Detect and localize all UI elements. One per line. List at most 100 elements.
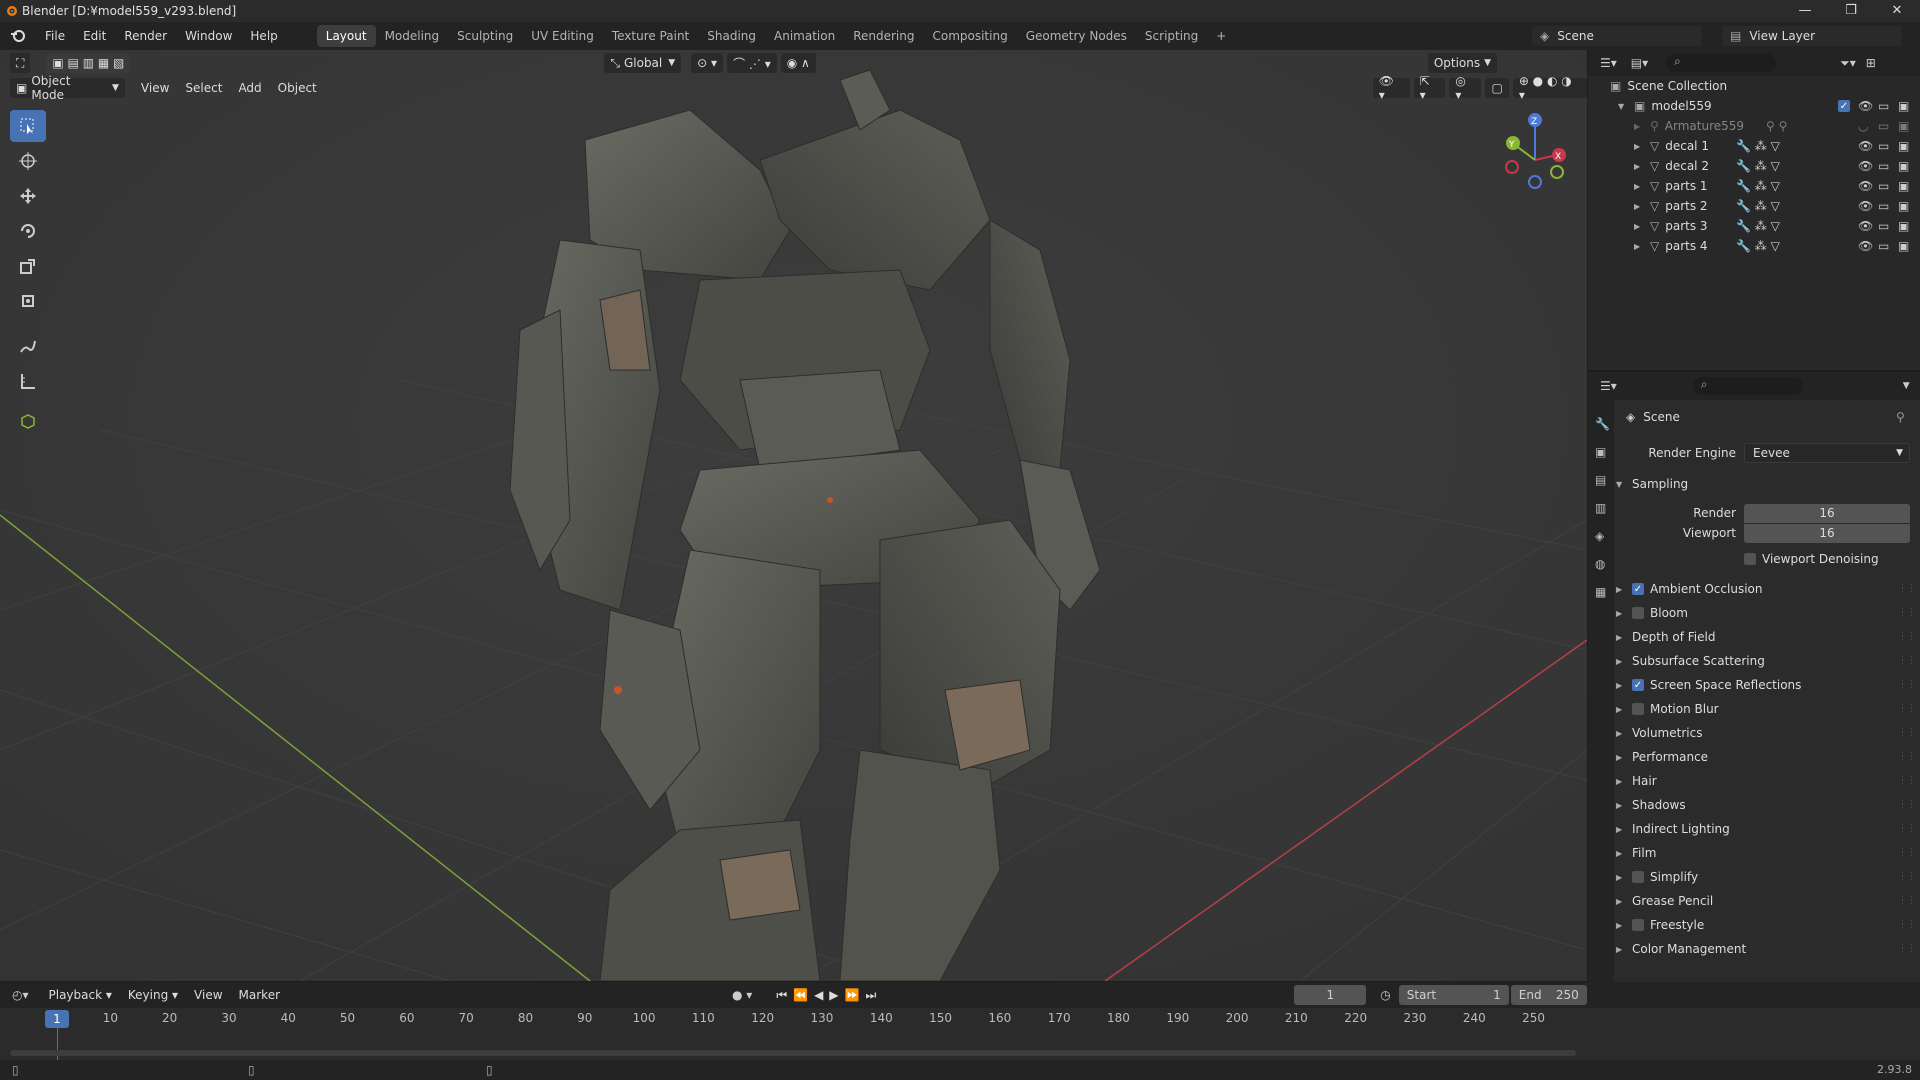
monitor-icon[interactable]: ▭ (1878, 239, 1889, 253)
tool-select-mode[interactable]: ▣ ▤ ▥ ▦ ▧ (46, 53, 131, 73)
viewport-samples-field[interactable]: 16 (1744, 523, 1910, 543)
menu-help[interactable]: Help (241, 29, 286, 43)
editor-type-button[interactable]: ⛶ (10, 53, 31, 73)
gizmo-toggle-button[interactable]: ⇱ ▾ (1413, 74, 1446, 102)
drag-handle-icon[interactable]: ⋮⋮ (1898, 656, 1916, 666)
outliner-item-armature[interactable]: ▶ ⚲ Armature559 ⚲ ⚲ ◡ ▭ ▣ (1588, 116, 1920, 136)
panel-performance[interactable]: ▶ Performance ⋮⋮ (1616, 746, 1916, 768)
expand-icon[interactable]: ▼ (1618, 102, 1626, 111)
drag-handle-icon[interactable]: ⋮⋮ (1898, 872, 1916, 882)
panel-ambient-occlusion[interactable]: ▶ ✓ Ambient Occlusion ⋮⋮ (1616, 578, 1916, 600)
outliner-item-parts-1[interactable]: ▶ ▽ parts 1 🔧 ⁂ ▽ 👁 ▭ ▣ (1588, 176, 1920, 196)
tab-geometry-nodes[interactable]: Geometry Nodes (1017, 25, 1136, 47)
camera-icon[interactable]: ▣ (1898, 139, 1909, 153)
texture-tab-icon[interactable]: ▦ (1595, 578, 1614, 606)
blender-menu-icon[interactable] (10, 29, 26, 43)
overlays-button[interactable]: ◎ ▾ (1449, 74, 1482, 102)
camera-icon[interactable]: ▣ (1898, 179, 1909, 193)
panel-freestyle[interactable]: ▶ Freestyle ⋮⋮ (1616, 914, 1916, 936)
render-samples-field[interactable]: 16 (1744, 503, 1910, 523)
proportional-edit-button[interactable]: ◉ ∧ (780, 53, 816, 73)
outliner-item-parts-2[interactable]: ▶ ▽ parts 2 🔧 ⁂ ▽ 👁 ▭ ▣ (1588, 196, 1920, 216)
panel-volumetrics[interactable]: ▶ Volumetrics ⋮⋮ (1616, 722, 1916, 744)
pivot-point-button[interactable]: ⊙ ▾ (691, 53, 724, 73)
monitor-icon[interactable]: ▭ (1878, 179, 1889, 193)
start-frame-field[interactable]: Start 1 (1398, 985, 1509, 1005)
outliner-item-parts-3[interactable]: ▶ ▽ parts 3 🔧 ⁂ ▽ 👁 ▭ ▣ (1588, 216, 1920, 236)
expand-icon[interactable]: ▶ (1634, 182, 1642, 191)
camera-icon[interactable]: ▣ (1898, 219, 1909, 233)
preview-range-icon[interactable]: ◷ (1380, 988, 1390, 1002)
drag-handle-icon[interactable]: ⋮⋮ (1898, 800, 1916, 810)
rotate-tool[interactable] (10, 215, 46, 247)
timeline-menu-marker[interactable]: Marker (231, 988, 288, 1002)
outliner-scene-collection[interactable]: ▣ Scene Collection (1588, 76, 1920, 96)
add-workspace-button[interactable]: + (1207, 25, 1235, 47)
expand-icon[interactable]: ▶ (1634, 222, 1642, 231)
add-cube-tool[interactable] (10, 405, 46, 437)
panel-indirect-lighting[interactable]: ▶ Indirect Lighting ⋮⋮ (1616, 818, 1916, 840)
monitor-icon[interactable]: ▭ (1878, 99, 1889, 113)
panel-screen-space-reflections[interactable]: ▶ ✓ Screen Space Reflections ⋮⋮ (1616, 674, 1916, 696)
cursor-tool[interactable] (10, 145, 46, 177)
drag-handle-icon[interactable]: ⋮⋮ (1898, 848, 1916, 858)
expand-icon[interactable]: ▶ (1634, 162, 1642, 171)
outliner-item-decal-1[interactable]: ▶ ▽ decal 1 🔧 ⁂ ▽ 👁 ▭ ▣ (1588, 136, 1920, 156)
annotate-tool[interactable] (10, 330, 46, 362)
panel-enable-checkbox[interactable] (1632, 607, 1644, 619)
camera-icon[interactable]: ▣ (1898, 159, 1909, 173)
eye-closed-icon[interactable]: ◡ (1858, 119, 1868, 133)
viewport-menu-select[interactable]: Select (177, 81, 230, 95)
output-tab-icon[interactable]: ▤ (1595, 466, 1614, 494)
panel-sampling[interactable]: ▼ Sampling (1616, 473, 1916, 495)
options-dropdown[interactable]: Options ▼ (1427, 53, 1498, 73)
render-engine-dropdown[interactable]: Eevee ▼ (1744, 443, 1910, 463)
viewport-3d[interactable]: Z X Y (0, 50, 1587, 981)
panel-color-management[interactable]: ▶ Color Management ⋮⋮ (1616, 938, 1916, 960)
monitor-icon[interactable]: ▭ (1878, 119, 1889, 133)
drag-handle-icon[interactable]: ⋮⋮ (1898, 776, 1916, 786)
transform-orientation-dropdown[interactable]: ⤡ Global ▼ (604, 53, 682, 73)
tab-texture-paint[interactable]: Texture Paint (603, 25, 698, 47)
tab-shading[interactable]: Shading (698, 25, 765, 47)
eye-icon[interactable]: 👁 (1858, 99, 1873, 113)
drag-handle-icon[interactable]: ⋮⋮ (1898, 680, 1916, 690)
current-frame-field[interactable]: 1 (1294, 985, 1367, 1005)
outliner-search-input[interactable]: ⌕ (1666, 54, 1777, 72)
viewport-denoising-row[interactable]: Viewport Denoising (1616, 548, 1916, 570)
menu-window[interactable]: Window (176, 29, 241, 43)
panel-depth-of-field[interactable]: ▶ Depth of Field ⋮⋮ (1616, 626, 1916, 648)
camera-icon[interactable]: ▣ (1898, 119, 1909, 133)
minimize-button[interactable]: — (1782, 0, 1828, 22)
display-mode-icon[interactable]: ▤▾ (1631, 56, 1648, 70)
outliner-editor-icon[interactable]: ☰▾ (1600, 56, 1617, 70)
outliner-item-parts-4[interactable]: ▶ ▽ parts 4 🔧 ⁂ ▽ 👁 ▭ ▣ (1588, 236, 1920, 256)
monitor-icon[interactable]: ▭ (1878, 139, 1889, 153)
panel-shadows[interactable]: ▶ Shadows ⋮⋮ (1616, 794, 1916, 816)
tab-scripting[interactable]: Scripting (1136, 25, 1207, 47)
panel-subsurface-scattering[interactable]: ▶ Subsurface Scattering ⋮⋮ (1616, 650, 1916, 672)
scene-selector[interactable]: ◈ Scene (1532, 26, 1702, 46)
drag-handle-icon[interactable]: ⋮⋮ (1898, 920, 1916, 930)
end-frame-field[interactable]: End 250 (1510, 985, 1587, 1005)
tab-uv-editing[interactable]: UV Editing (522, 25, 603, 47)
eye-icon[interactable]: 👁 (1858, 159, 1873, 173)
panel-film[interactable]: ▶ Film ⋮⋮ (1616, 842, 1916, 864)
camera-icon[interactable]: ▣ (1898, 99, 1909, 113)
panel-enable-checkbox[interactable] (1632, 871, 1644, 883)
drag-handle-icon[interactable]: ⋮⋮ (1898, 896, 1916, 906)
close-button[interactable]: ✕ (1874, 0, 1920, 22)
snap-button[interactable]: ⌒ ⋰ ▾ (727, 53, 777, 73)
viewport-menu-object[interactable]: Object (270, 81, 325, 95)
panel-grease-pencil[interactable]: ▶ Grease Pencil ⋮⋮ (1616, 890, 1916, 912)
collection-checkbox[interactable]: ✓ (1838, 100, 1850, 112)
mode-dropdown[interactable]: ▣ Object Mode ▼ (10, 74, 125, 102)
tab-rendering[interactable]: Rendering (844, 25, 923, 47)
panel-enable-checkbox[interactable] (1632, 703, 1644, 715)
move-tool[interactable] (10, 180, 46, 212)
menu-edit[interactable]: Edit (74, 29, 115, 43)
properties-editor-icon[interactable]: ☰▾ (1600, 379, 1617, 393)
tab-sculpting[interactable]: Sculpting (448, 25, 522, 47)
timeline-menu-keying[interactable]: Keying ▾ (120, 988, 186, 1002)
menu-render[interactable]: Render (115, 29, 176, 43)
